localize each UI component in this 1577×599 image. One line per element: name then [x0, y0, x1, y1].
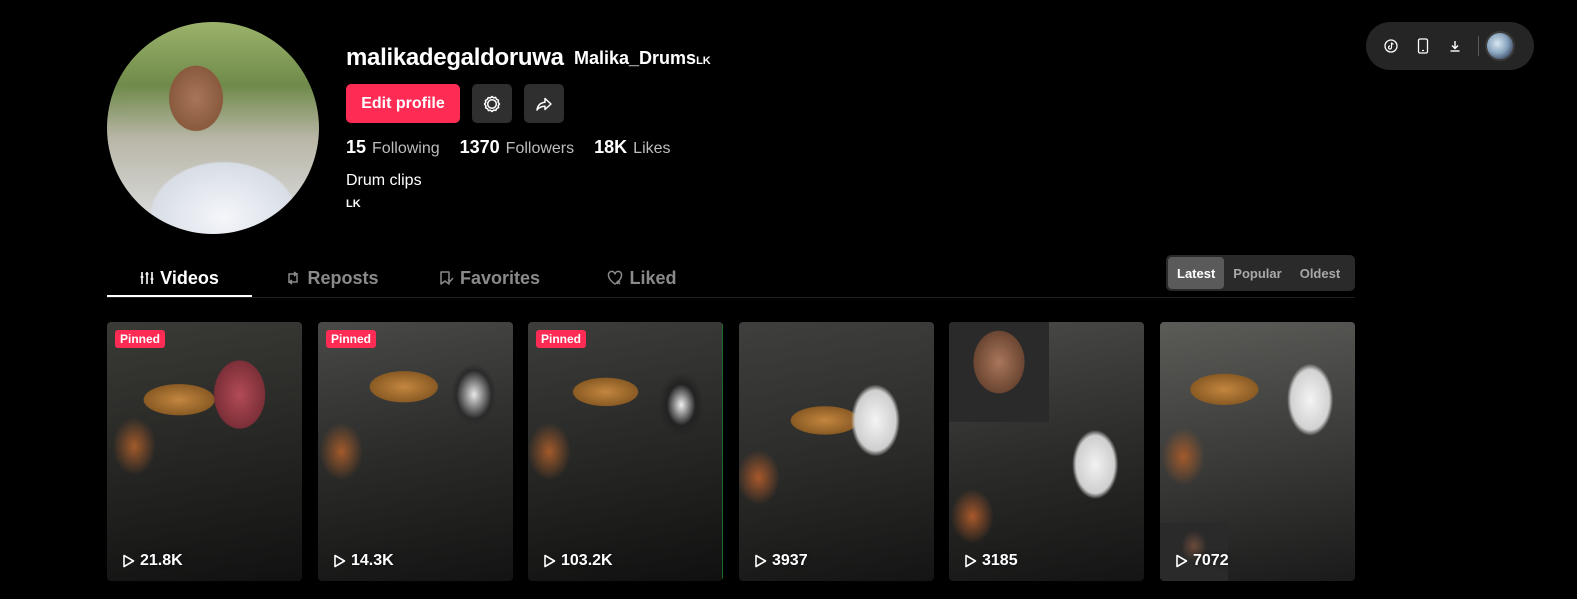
profile-region: LK: [346, 198, 361, 210]
view-count-text: 3185: [982, 552, 1018, 569]
view-count: 7072: [1175, 552, 1229, 570]
top-toolbar: [1366, 22, 1534, 70]
active-tab-indicator: [107, 295, 252, 297]
view-count: 103.2K: [543, 552, 613, 570]
heart-icon: [607, 270, 623, 286]
tiktok-icon[interactable]: [1376, 31, 1406, 61]
pinned-badge: Pinned: [326, 330, 377, 348]
videos-grid-icon: [140, 271, 154, 285]
profile-page: malikadegaldoruwa Malika_DrumsLK Edit pr…: [0, 0, 1577, 599]
play-icon: [755, 554, 767, 568]
sort-segmented-control: Latest Popular Oldest: [1166, 255, 1355, 291]
pinned-badge: Pinned: [115, 330, 166, 348]
video-card[interactable]: 3937: [739, 322, 934, 581]
view-count: 14.3K: [333, 552, 394, 570]
tab-reposts[interactable]: Reposts: [277, 258, 387, 298]
stat-value: 15: [346, 137, 367, 157]
thumbnail-inset: [949, 322, 1049, 422]
tab-favorites[interactable]: Favorites: [434, 258, 544, 298]
view-count-text: 3937: [772, 552, 808, 569]
video-thumbnail: [107, 322, 302, 581]
view-count-text: 7072: [1193, 552, 1229, 569]
video-card[interactable]: Pinned 21.8K: [107, 322, 302, 581]
sort-popular[interactable]: Popular: [1224, 257, 1290, 289]
sort-oldest[interactable]: Oldest: [1291, 257, 1349, 289]
play-icon: [1176, 554, 1188, 568]
video-card[interactable]: 7072: [1160, 322, 1355, 581]
view-count: 3185: [964, 552, 1018, 570]
video-grid: Pinned 21.8K Pinned 14.3K Pinned 103.2K: [107, 322, 1355, 581]
share-profile-button[interactable]: [524, 84, 564, 123]
edit-profile-button[interactable]: Edit profile: [346, 84, 460, 123]
tab-videos[interactable]: Videos: [107, 258, 252, 298]
share-arrow-icon: [536, 97, 552, 111]
video-card[interactable]: 3185: [949, 322, 1144, 581]
profile-bio: Drum clips: [346, 172, 422, 189]
profile-stats: 15 Following 1370 Followers 18K Likes: [346, 137, 691, 158]
video-thumbnail: [318, 322, 513, 581]
settings-button[interactable]: [472, 84, 512, 123]
toolbar-divider: [1478, 36, 1479, 56]
play-icon: [965, 554, 977, 568]
account-avatar[interactable]: [1485, 31, 1515, 61]
tab-label: Liked: [629, 267, 677, 288]
stat-value: 1370: [459, 137, 500, 157]
view-count: 21.8K: [122, 552, 183, 570]
stat-label: Followers: [505, 140, 575, 157]
repost-icon: [285, 270, 301, 286]
download-icon[interactable]: [1440, 31, 1470, 61]
sort-latest[interactable]: Latest: [1168, 257, 1225, 289]
stat-label: Likes: [633, 140, 671, 157]
stat-label: Following: [372, 140, 440, 157]
tab-label: Reposts: [307, 267, 379, 288]
video-card[interactable]: Pinned 103.2K: [528, 322, 723, 581]
nickname-text: Malika_Drums: [574, 48, 697, 68]
video-thumbnail: [739, 322, 934, 581]
stat-value: 18K: [594, 137, 628, 157]
likes-stat: 18K Likes: [594, 137, 670, 158]
settings-gear-icon: [483, 95, 501, 112]
following-stat[interactable]: 15 Following: [346, 137, 440, 158]
mobile-icon[interactable]: [1408, 31, 1438, 61]
tab-liked[interactable]: Liked: [602, 258, 682, 298]
followers-stat[interactable]: 1370 Followers: [460, 137, 575, 158]
play-icon: [123, 554, 135, 568]
view-count-text: 103.2K: [561, 552, 613, 569]
tab-label: Favorites: [459, 267, 541, 288]
profile-username: malikadegaldoruwa: [346, 44, 564, 71]
pinned-badge: Pinned: [536, 330, 587, 348]
profile-nickname: Malika_DrumsLK: [574, 48, 711, 69]
tab-label: Videos: [160, 267, 219, 288]
play-icon: [544, 554, 556, 568]
video-card[interactable]: Pinned 14.3K: [318, 322, 513, 581]
view-count-text: 21.8K: [140, 552, 183, 569]
bookmark-icon: [438, 270, 454, 286]
view-count-text: 14.3K: [351, 552, 394, 569]
view-count: 3937: [754, 552, 808, 570]
nickname-flag: LK: [696, 55, 711, 67]
video-thumbnail: [528, 322, 723, 581]
play-icon: [334, 554, 346, 568]
profile-avatar: [107, 22, 319, 234]
